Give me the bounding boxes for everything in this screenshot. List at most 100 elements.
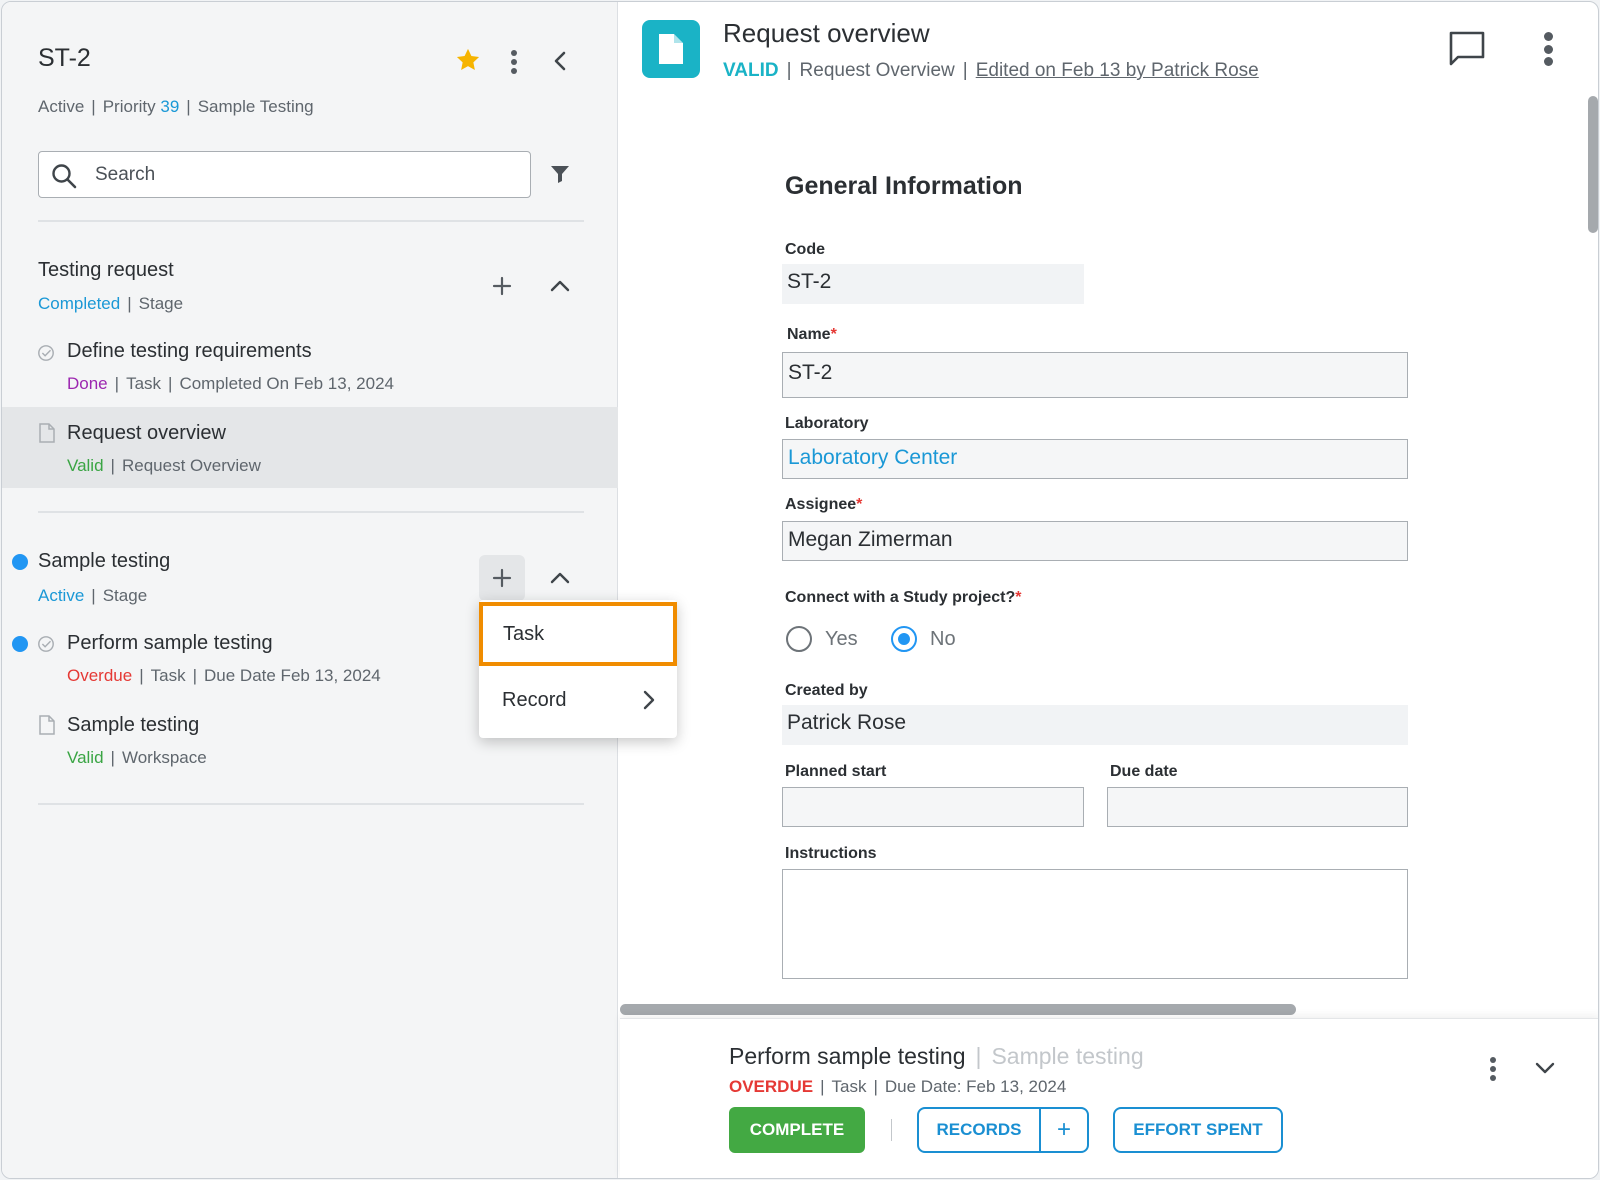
priority-label: Priority — [102, 97, 156, 116]
group-status: Active — [38, 586, 85, 605]
star-icon[interactable] — [454, 46, 482, 74]
page-meta: VALID | Request Overview | Edited on Feb 13 … — [723, 60, 1259, 81]
list-item-title[interactable]: Request overview — [67, 422, 226, 445]
project-type: Sample Testing — [197, 97, 314, 116]
chevron-down-icon[interactable] — [1534, 1061, 1556, 1075]
add-button[interactable] — [479, 263, 525, 309]
list-item-title[interactable]: Perform sample testing — [67, 632, 273, 655]
planned-start-field[interactable] — [782, 787, 1084, 827]
task-due: Due Date: Feb 13, 2024 — [884, 1077, 1067, 1096]
document-icon — [39, 423, 55, 443]
chevron-up-icon — [550, 572, 570, 584]
group-type: Stage — [102, 586, 148, 605]
item-type: Workspace — [121, 748, 207, 767]
group-status: Completed — [38, 294, 121, 313]
item-detail: Completed On Feb 13, 2024 — [179, 374, 394, 393]
search-input[interactable] — [95, 160, 515, 190]
item-status: Done — [67, 374, 108, 393]
effort-spent-button[interactable]: EFFORT SPENT — [1113, 1107, 1283, 1153]
instructions-label: Instructions — [785, 845, 877, 862]
more-menu-icon[interactable] — [509, 48, 519, 76]
more-menu-icon[interactable] — [1488, 1055, 1498, 1083]
laboratory-label: Laboratory — [785, 415, 869, 432]
radio-no[interactable] — [891, 626, 917, 652]
document-icon — [39, 715, 55, 735]
page-type: Request Overview — [799, 60, 955, 81]
created-by-value: Patrick Rose — [782, 705, 1408, 745]
name-label: Name* — [787, 326, 837, 343]
collapse-group-button[interactable] — [537, 263, 583, 309]
item-type: Task — [150, 666, 186, 685]
collapse-panel-icon[interactable] — [550, 50, 570, 72]
chevron-right-icon — [643, 690, 655, 710]
priority-value: 39 — [160, 97, 180, 116]
code-value: ST-2 — [782, 264, 1084, 304]
laboratory-field[interactable]: Laboratory Center — [782, 439, 1408, 479]
connect-study-label: Connect with a Study project?* — [785, 589, 1022, 606]
left-panel: ST-2 Active|Priority 39|Sample Testing T… — [2, 2, 618, 1178]
more-menu-icon[interactable] — [1543, 30, 1553, 68]
check-circle-icon — [38, 636, 54, 652]
chevron-up-icon — [550, 280, 570, 292]
records-label[interactable]: RECORDS — [919, 1120, 1039, 1140]
group-meta: Active | Stage — [38, 586, 148, 605]
instructions-field[interactable] — [782, 869, 1408, 979]
vertical-scrollbar[interactable] — [1588, 96, 1598, 233]
document-type-icon — [642, 20, 700, 78]
due-date-label: Due date — [1110, 763, 1178, 780]
planned-start-label: Planned start — [785, 763, 887, 780]
section-title: General Information — [785, 172, 1023, 200]
filter-icon[interactable] — [550, 164, 570, 184]
list-item-title[interactable]: Define testing requirements — [67, 340, 312, 363]
name-field[interactable]: ST-2 — [782, 352, 1408, 398]
due-date-field[interactable] — [1107, 787, 1408, 827]
horizontal-scrollbar[interactable] — [620, 1004, 1296, 1015]
divider — [38, 511, 584, 513]
list-item-meta: Overdue | Task | Due Date Feb 13, 2024 — [67, 666, 381, 685]
menu-item-record[interactable]: Record — [479, 668, 677, 732]
status-badge: VALID — [723, 60, 779, 81]
group-title-testing-request: Testing request — [38, 259, 174, 281]
page-title: Request overview — [723, 18, 930, 48]
project-title: ST-2 — [38, 44, 91, 72]
group-meta: Completed | Stage — [38, 294, 184, 313]
radio-yes-label: Yes — [825, 628, 858, 650]
search-field[interactable] — [38, 151, 531, 198]
divider — [891, 1119, 892, 1141]
radio-yes[interactable] — [786, 626, 812, 652]
project-status: Active — [38, 97, 85, 116]
list-item-meta: Valid | Request Overview — [67, 456, 261, 475]
add-dropdown-menu: Task Record — [479, 600, 677, 738]
assignee-field[interactable]: Megan Zimerman — [782, 521, 1408, 561]
app-window: ST-2 Active|Priority 39|Sample Testing T… — [1, 1, 1599, 1179]
comment-icon[interactable] — [1448, 30, 1486, 68]
list-item-title[interactable]: Sample testing — [67, 714, 199, 737]
task-parent: Sample testing — [991, 1043, 1144, 1069]
group-title-sample-testing: Sample testing — [38, 550, 171, 572]
code-label: Code — [785, 241, 825, 258]
plus-icon — [492, 568, 512, 588]
complete-button[interactable]: COMPLETE — [729, 1107, 865, 1153]
radio-no-label: No — [930, 628, 956, 650]
check-circle-icon — [38, 345, 54, 361]
unread-indicator — [12, 554, 28, 570]
task-card: Perform sample testing | Sample testing OV… — [620, 1018, 1598, 1178]
item-detail: Due Date Feb 13, 2024 — [204, 666, 381, 685]
task-status: OVERDUE — [729, 1077, 814, 1096]
task-title: Perform sample testing | Sample testing — [729, 1043, 1144, 1069]
add-button-active[interactable] — [479, 555, 525, 601]
menu-item-task[interactable]: Task — [479, 602, 677, 666]
task-type: Task — [831, 1077, 867, 1096]
item-type: Task — [126, 374, 162, 393]
collapse-group-button[interactable] — [537, 555, 583, 601]
search-icon — [52, 164, 77, 189]
divider — [38, 803, 584, 805]
unread-indicator — [12, 636, 28, 652]
created-by-label: Created by — [785, 682, 868, 699]
records-button[interactable]: RECORDS + — [917, 1107, 1089, 1153]
divider — [38, 220, 584, 222]
list-item-meta: Valid | Workspace — [67, 748, 207, 767]
edited-link[interactable]: Edited on Feb 13 by Patrick Rose — [976, 60, 1259, 81]
records-add-button[interactable]: + — [1039, 1109, 1087, 1151]
list-item-meta: Done | Task | Completed On Feb 13, 2024 — [67, 374, 394, 393]
